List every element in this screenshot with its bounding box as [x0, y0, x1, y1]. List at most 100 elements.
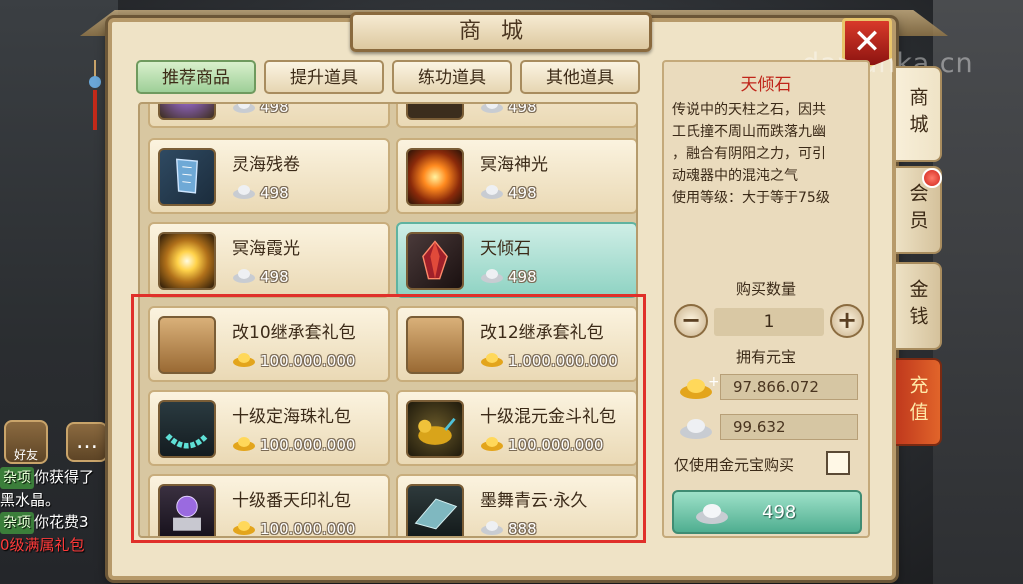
shop-item-card[interactable]: 冥海神光 498: [396, 138, 636, 214]
friend-label: 好友: [13, 448, 38, 462]
bead-necklace-icon: [158, 400, 216, 458]
item-price: 498: [260, 184, 289, 202]
buy-price: 498: [762, 502, 797, 523]
quantity-stepper: − 1 +: [674, 304, 864, 340]
item-price: 498: [260, 268, 289, 286]
buy-button[interactable]: 498: [672, 490, 862, 534]
gold-balance-value: 97.866.072: [720, 374, 858, 400]
golden-beast-icon: [406, 400, 464, 458]
scroll-icon: [158, 148, 216, 206]
increase-button[interactable]: +: [830, 304, 864, 338]
game-world-right: [933, 0, 1023, 584]
chat-tag: 杂项: [0, 467, 34, 489]
gold-ingot-icon: [481, 353, 503, 367]
chat-line: 杂项 你花费3: [0, 511, 112, 534]
item-price: 498: [260, 102, 289, 116]
close-icon: ✕: [852, 22, 882, 62]
shop-title: 商城: [350, 12, 652, 52]
shop-item-card[interactable]: 十级番天印礼包 100.000.000: [148, 474, 390, 536]
gold-ingot-icon: [233, 437, 255, 451]
plus-icon: +: [836, 306, 858, 334]
shop-item-card[interactable]: 498: [396, 102, 636, 128]
item-name: 冥海霞光: [232, 239, 300, 259]
item-price: 100.000.000: [260, 352, 356, 370]
item-name: 改10继承套礼包: [232, 323, 356, 343]
tab-upgrade[interactable]: 提升道具: [264, 60, 384, 94]
item-price: 888: [508, 520, 537, 538]
item-price: 498: [508, 268, 537, 286]
item-icon: [406, 104, 464, 120]
gold-ingot-icon: [233, 521, 255, 535]
item-grid[interactable]: 498 498 灵海残卷 498 冥海神光 498 冥海霞光 498 天倾石 4…: [138, 102, 638, 538]
detail-item-name: 天倾石: [740, 75, 792, 95]
detail-description: 传说中的天柱之石，因共 工氏撞不周山而跌落九幽 ，融合有阴阳之力，可引 动魂器中…: [672, 102, 830, 206]
item-price: 100.000.000: [508, 436, 604, 454]
silver-balance: 99.632: [678, 412, 858, 440]
silver-balance-value: 99.632: [720, 414, 858, 440]
shop-item-card[interactable]: 墨舞青云·永久 888: [396, 474, 636, 538]
shop-item-card[interactable]: 灵海残卷 498: [148, 138, 390, 214]
gold-only-checkbox[interactable]: [826, 451, 850, 475]
light-burst-icon: [158, 232, 216, 290]
chat-button[interactable]: …: [66, 422, 108, 462]
decrease-button[interactable]: −: [674, 304, 708, 338]
item-name: 改12继承套礼包: [480, 323, 604, 343]
chat-line: 0级满属礼包: [0, 536, 85, 554]
crystal-icon: [406, 232, 464, 290]
chat-bubble-icon: …: [76, 429, 98, 454]
item-price: 498: [508, 184, 537, 202]
shop-item-card[interactable]: 498: [148, 102, 390, 128]
purple-orb-icon: [158, 104, 216, 120]
shop-item-card[interactable]: 十级定海珠礼包 100.000.000: [148, 390, 390, 466]
tab-recommended[interactable]: 推荐商品: [136, 60, 256, 94]
owned-label: 拥有元宝: [735, 348, 796, 366]
parchment-icon: [406, 316, 464, 374]
item-name: 十级定海珠礼包: [232, 407, 351, 427]
friend-button[interactable]: 好友: [4, 420, 48, 464]
item-name: 十级混元金斗礼包: [480, 407, 616, 427]
silver-ingot-icon: [481, 185, 503, 199]
notification-dot: [922, 168, 942, 188]
parchment-icon: [158, 316, 216, 374]
side-tab-shop[interactable]: 商城: [896, 66, 942, 162]
gold-ingot-icon: [481, 437, 503, 451]
quantity-value[interactable]: 1: [714, 308, 824, 336]
item-name: 灵海残卷: [232, 155, 300, 175]
quantity-label: 购买数量: [735, 280, 796, 298]
shop-item-card[interactable]: 改12继承套礼包 1.000.000.000: [396, 306, 636, 382]
category-tabs: 推荐商品 提升道具 练功道具 其他道具: [136, 60, 640, 94]
silver-ingot-icon: [233, 185, 255, 199]
item-price: 100.000.000: [260, 436, 356, 454]
shop-item-card[interactable]: 十级混元金斗礼包 100.000.000: [396, 390, 636, 466]
shop-item-card[interactable]: 冥海霞光 498: [148, 222, 390, 298]
seal-orb-icon: [158, 484, 216, 536]
tab-other[interactable]: 其他道具: [520, 60, 640, 94]
chat-log: 杂项 你获得了 黑水晶。 杂项 你花费3 0级满属礼包: [0, 466, 112, 556]
gold-balance: + 97.866.072: [678, 372, 858, 400]
chat-line: 黑水晶。: [0, 491, 61, 509]
chat-line: 杂项 你获得了: [0, 466, 112, 489]
tab-training[interactable]: 练功道具: [392, 60, 512, 94]
silver-ingot-icon: [481, 269, 503, 283]
silver-ingot-icon: [233, 104, 255, 113]
silver-ingot-icon: [680, 419, 712, 439]
silver-ingot-icon: [696, 504, 728, 524]
side-tab-money[interactable]: 金钱: [896, 262, 942, 350]
item-name: 十级番天印礼包: [232, 491, 351, 511]
silver-ingot-icon: [481, 521, 503, 535]
item-name: 天倾石: [480, 239, 531, 259]
minus-icon: −: [680, 306, 702, 334]
gold-ingot-add-icon[interactable]: +: [678, 372, 718, 402]
item-name: 冥海神光: [480, 155, 548, 175]
flying-cloth-icon: [406, 484, 464, 536]
shop-item-card[interactable]: 改10继承套礼包 100.000.000: [148, 306, 390, 382]
silver-ingot-icon: [233, 269, 255, 283]
chat-tag: 杂项: [0, 512, 34, 534]
item-detail-panel: 天倾石 传说中的天柱之石，因共 工氏撞不周山而跌落九幽 ，融合有阴阳之力，可引 …: [662, 60, 870, 538]
explosion-icon: [406, 148, 464, 206]
item-price: 498: [508, 102, 537, 116]
silver-ingot-icon: [481, 104, 503, 113]
gold-ingot-icon: [233, 353, 255, 367]
side-tab-recharge[interactable]: 充值: [896, 358, 942, 446]
shop-item-card-selected[interactable]: 天倾石 498: [396, 222, 636, 298]
